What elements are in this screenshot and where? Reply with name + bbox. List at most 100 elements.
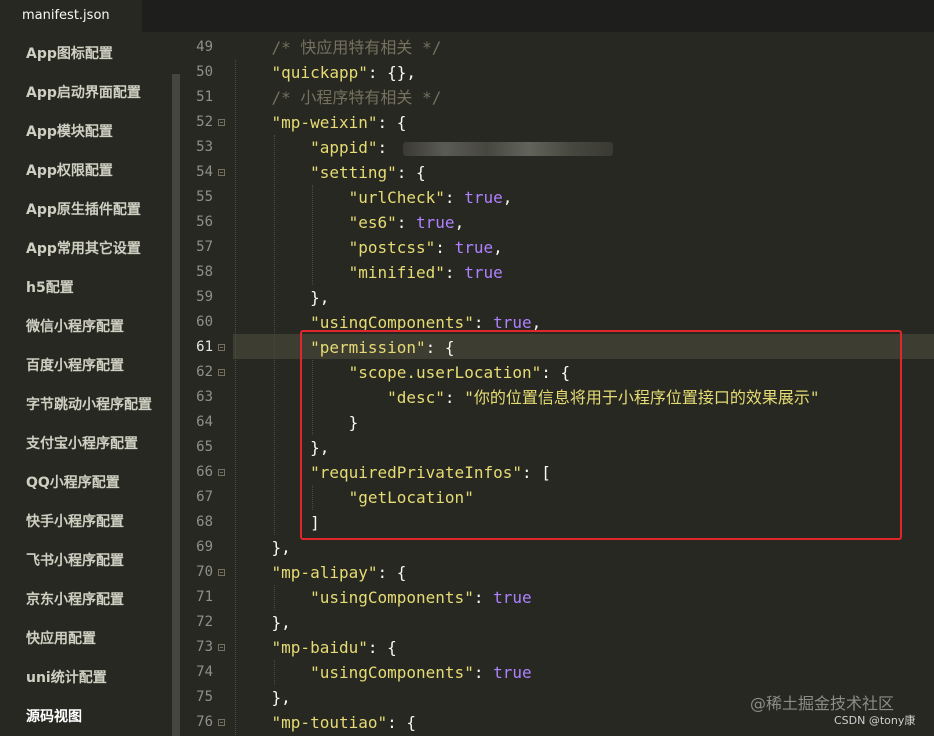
- sidebar-item[interactable]: App权限配置: [26, 161, 113, 181]
- code-token: :: [377, 138, 388, 157]
- code-token: true: [464, 188, 503, 207]
- line-number: 50: [196, 64, 213, 80]
- sidebar-item[interactable]: 京东小程序配置: [26, 590, 124, 610]
- code-token: "usingComponents": [310, 663, 474, 682]
- sidebar-item[interactable]: App启动界面配置: [26, 83, 141, 103]
- sidebar-item[interactable]: 百度小程序配置: [26, 356, 124, 376]
- code-token: :: [473, 588, 494, 607]
- sidebar-item[interactable]: 快手小程序配置: [26, 512, 124, 532]
- tab-manifest-json[interactable]: manifest.json: [0, 0, 142, 32]
- line-number: 61: [196, 339, 213, 355]
- code-token: "minified": [348, 263, 445, 282]
- code-line: },: [233, 285, 329, 310]
- code-token: ,: [493, 238, 503, 257]
- code-token: : {},: [367, 63, 417, 82]
- code-token: :: [444, 263, 465, 282]
- tab-label: manifest.json: [22, 8, 110, 23]
- sidebar-item[interactable]: uni统计配置: [26, 668, 107, 688]
- code-token: "mp-weixin": [271, 113, 378, 132]
- line-number: 66: [196, 464, 213, 480]
- sidebar-item[interactable]: App图标配置: [26, 44, 113, 64]
- line-number: 63: [196, 389, 213, 405]
- sidebar-item[interactable]: QQ小程序配置: [26, 473, 120, 493]
- code-token: : {: [377, 113, 407, 132]
- sidebar-item[interactable]: 微信小程序配置: [26, 317, 124, 337]
- fold-toggle-icon[interactable]: [218, 469, 225, 476]
- sidebar-scrollbar[interactable]: [172, 74, 180, 736]
- code-token: },: [271, 538, 291, 557]
- code-token: : {: [367, 638, 397, 657]
- code-line: },: [233, 610, 291, 635]
- code-token: "urlCheck": [348, 188, 445, 207]
- line-number: 68: [196, 514, 213, 530]
- code-line: "usingComponents": true: [233, 585, 532, 610]
- sidebar-item[interactable]: App常用其它设置: [26, 239, 141, 259]
- code-token: true: [464, 263, 503, 282]
- code-token: : {: [377, 563, 407, 582]
- sidebar-item[interactable]: 字节跳动小程序配置: [26, 395, 152, 415]
- indent-guide: [273, 585, 275, 610]
- fold-toggle-icon[interactable]: [218, 569, 225, 576]
- code-token: :: [435, 238, 455, 257]
- code-line: "es6": true,: [233, 210, 465, 235]
- code-line: "mp-toutiao": {: [233, 710, 417, 735]
- fold-toggle-icon[interactable]: [218, 344, 225, 351]
- code-token: true: [416, 213, 455, 232]
- line-number: 57: [196, 239, 213, 255]
- sidebar-item[interactable]: 快应用配置: [26, 629, 96, 649]
- code-line: "mp-alipay": {: [233, 560, 407, 585]
- code-line: /* 快应用特有相关 */: [233, 35, 442, 60]
- indent-guide: [312, 185, 314, 285]
- sidebar-item[interactable]: h5配置: [26, 278, 74, 298]
- code-token: "usingComponents": [310, 588, 474, 607]
- line-number: 62: [196, 364, 213, 380]
- code-line: "appid":: [233, 135, 387, 160]
- line-number: 59: [196, 289, 213, 305]
- line-number: 55: [196, 189, 213, 205]
- fold-toggle-icon[interactable]: [218, 169, 225, 176]
- code-line: "setting": {: [233, 160, 426, 185]
- sidebar-item[interactable]: App原生插件配置: [26, 200, 141, 220]
- fold-toggle-icon[interactable]: [218, 369, 225, 376]
- line-number: 49: [196, 39, 213, 55]
- sidebar-item[interactable]: 源码视图: [26, 707, 82, 727]
- line-number: 72: [196, 614, 213, 630]
- annotation-highlight-box: [300, 330, 902, 540]
- sidebar-item[interactable]: 支付宝小程序配置: [26, 434, 138, 454]
- fold-toggle-icon[interactable]: [218, 644, 225, 651]
- fold-toggle-icon[interactable]: [218, 719, 225, 726]
- code-token: "mp-toutiao": [271, 713, 388, 732]
- fold-toggle-icon[interactable]: [218, 119, 225, 126]
- code-token: "es6": [348, 213, 397, 232]
- code-token: "mp-alipay": [271, 563, 378, 582]
- indent-guide: [273, 660, 275, 685]
- sidebar-item[interactable]: 飞书小程序配置: [26, 551, 124, 571]
- watermark-csdn: CSDN @tony康: [834, 714, 916, 727]
- line-number: 60: [196, 314, 213, 330]
- code-token: : {: [387, 713, 417, 732]
- config-sidebar: App图标配置 App启动界面配置 App模块配置 App权限配置 App原生插件配置 A…: [0, 32, 181, 736]
- line-number: 73: [196, 639, 213, 655]
- line-number: 52: [196, 114, 213, 130]
- sidebar-item[interactable]: App模块配置: [26, 122, 113, 142]
- line-number: 51: [196, 89, 213, 105]
- line-number: 65: [196, 439, 213, 455]
- line-number: 64: [196, 414, 213, 430]
- indent-guide: [235, 60, 236, 735]
- code-token: : {: [396, 163, 426, 182]
